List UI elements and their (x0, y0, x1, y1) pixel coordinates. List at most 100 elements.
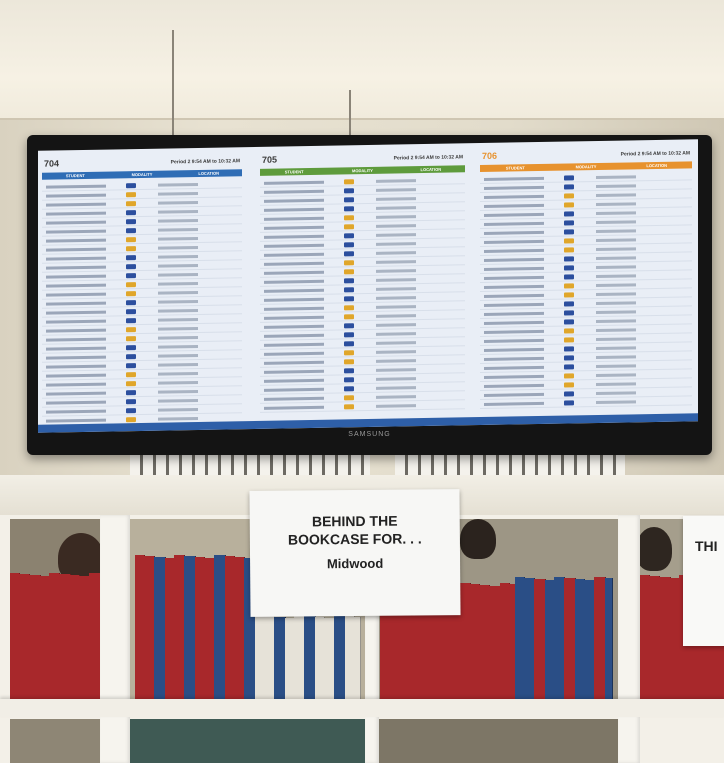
modality-badge (344, 214, 354, 220)
modality-badge (344, 277, 354, 283)
modality-badge (126, 272, 136, 278)
modality-badge (564, 300, 574, 307)
student-name (484, 356, 544, 361)
room-number: 705 (262, 154, 278, 165)
student-name (484, 311, 544, 316)
location-text (376, 205, 416, 210)
location-text (158, 200, 198, 205)
modality-badge (344, 259, 354, 265)
student-list (260, 175, 465, 413)
location-text (158, 317, 198, 322)
modality-badge (564, 264, 574, 271)
column-header: STUDENT MODALITY LOCATION (260, 165, 465, 176)
modality-badge (344, 322, 354, 328)
location-text (158, 272, 198, 277)
modality-badge (344, 367, 354, 373)
student-name (46, 220, 106, 225)
ceiling (0, 0, 724, 130)
student-list (480, 171, 692, 410)
modality-badge (564, 282, 574, 289)
student-name (46, 274, 106, 279)
column-location: LOCATION (198, 170, 219, 176)
location-text (596, 237, 636, 242)
column-modality: MODALITY (131, 171, 153, 178)
column-student: STUDENT (505, 165, 525, 171)
modality-badge (126, 407, 136, 413)
student-name (46, 292, 106, 297)
location-text (596, 228, 636, 233)
student-name (484, 230, 544, 235)
student-name (484, 266, 544, 271)
book (354, 617, 361, 699)
student-name (46, 400, 106, 405)
student-name (264, 189, 324, 194)
location-text (158, 290, 198, 295)
student-name (46, 202, 106, 207)
period-label: Period 2 9:54 AM to 10:32 AM (620, 150, 690, 158)
modality-badge (564, 291, 574, 298)
behind-bookcase-sign: BEHIND THE BOOKCASE FOR. . . Midwood (249, 489, 461, 617)
student-name (264, 396, 324, 401)
student-name (264, 180, 324, 185)
modality-badge (344, 403, 354, 409)
location-text (158, 344, 198, 349)
modality-badge (126, 371, 136, 377)
modality-badge (126, 398, 136, 404)
photo-scene: SAMSUNG 704 Period 2 9:54 AM to 10:32 AM… (0, 0, 724, 763)
room-number: 706 (482, 150, 498, 162)
student-name (46, 364, 106, 369)
location-text (158, 281, 198, 286)
student-name (484, 338, 544, 343)
student-name (264, 279, 324, 284)
student-name (264, 360, 324, 365)
location-text (158, 353, 198, 358)
location-text (596, 399, 636, 404)
student-name (264, 216, 324, 221)
column-location: LOCATION (646, 162, 667, 169)
location-text (158, 299, 198, 304)
location-text (376, 268, 416, 273)
location-text (596, 381, 636, 386)
location-text (376, 340, 416, 345)
student-name (264, 387, 324, 392)
location-text (158, 236, 198, 241)
student-name (484, 374, 544, 379)
modality-badge (126, 191, 136, 197)
shelf-cubby (10, 719, 100, 763)
location-text (376, 322, 416, 327)
location-text (158, 326, 198, 331)
sign-line-3: Midwood (326, 555, 384, 572)
bookcase-post (618, 515, 640, 763)
location-text (376, 367, 416, 372)
modality-badge (126, 236, 136, 242)
location-text (596, 327, 636, 332)
location-text (376, 403, 416, 408)
modality-badge (126, 416, 136, 422)
modality-badge (564, 372, 574, 379)
student-name (484, 275, 544, 280)
modality-badge (344, 394, 354, 400)
student-name (484, 203, 544, 208)
column-location: LOCATION (420, 166, 442, 173)
modality-badge (564, 318, 574, 325)
student-name (484, 302, 544, 307)
location-text (376, 295, 416, 300)
room-panel-706: 706 Period 2 9:54 AM to 10:32 AM STUDENT… (480, 147, 692, 413)
location-text (158, 245, 198, 250)
student-name (46, 418, 106, 423)
room-panel-705: 705 Period 2 9:54 AM to 10:32 AM STUDENT… (260, 151, 465, 417)
student-name (46, 409, 106, 414)
location-text (158, 380, 198, 385)
modality-badge (126, 326, 136, 332)
student-name (46, 193, 106, 198)
location-text (376, 385, 416, 390)
student-name (264, 270, 324, 275)
student-name (46, 337, 106, 342)
modality-badge (564, 381, 574, 388)
location-text (596, 345, 636, 350)
modality-badge (564, 354, 574, 361)
student-name (264, 234, 324, 239)
modality-badge (564, 201, 574, 208)
student-name (264, 297, 324, 302)
student-name (264, 225, 324, 230)
